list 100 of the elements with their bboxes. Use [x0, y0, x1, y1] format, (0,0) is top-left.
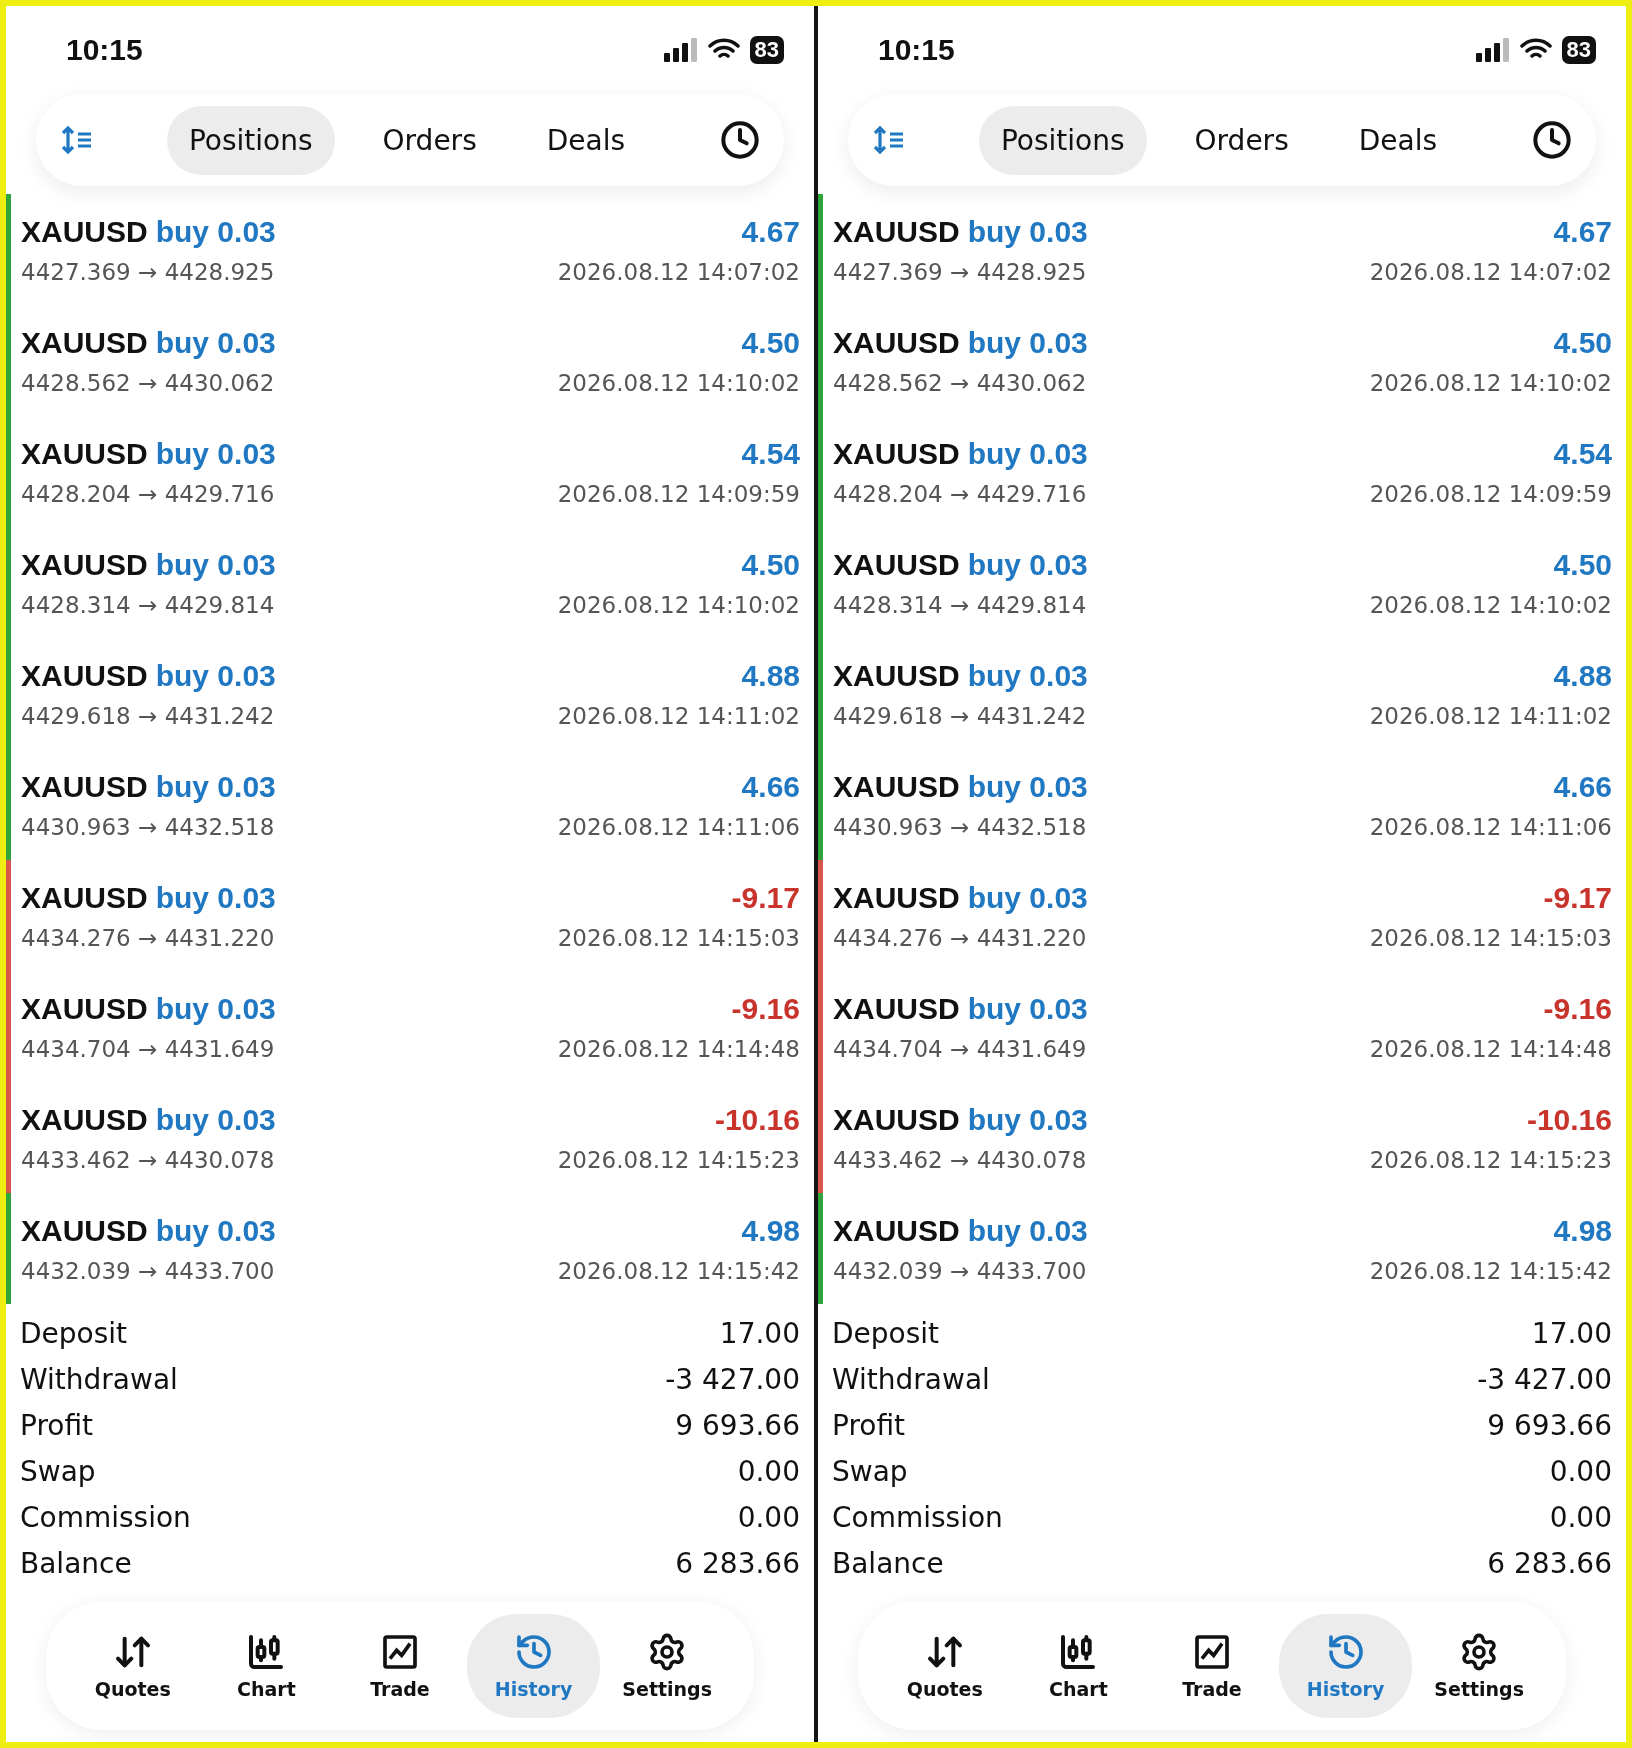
- deal-volume: buy 0.03: [155, 325, 276, 360]
- signal-icon: [1475, 38, 1510, 62]
- nav-tab[interactable]: History: [466, 1614, 601, 1718]
- tab[interactable]: Deals: [524, 105, 648, 175]
- deal-time: 2026.08.12 14:11:06: [1369, 813, 1612, 840]
- sort-icon[interactable]: [60, 125, 94, 155]
- deal-profit: 4.54: [741, 436, 800, 471]
- deal-time: 2026.08.12 14:07:02: [1369, 258, 1612, 285]
- deal-profit: 4.66: [741, 769, 800, 804]
- deal-symbol: XAUUSD: [833, 1213, 960, 1248]
- battery-level: 83: [749, 36, 784, 64]
- tab[interactable]: Positions: [978, 105, 1147, 175]
- deal-volume: buy 0.03: [155, 547, 276, 582]
- deal-row[interactable]: XAUUSD buy 0.03 4.50 4428.562 → 4430.062 2026.08.12 14:10:02: [818, 305, 1626, 416]
- deal-time: 2026.08.12 14:09:59: [1369, 480, 1612, 507]
- tab[interactable]: Orders: [1172, 105, 1311, 175]
- deal-symbol: XAUUSD: [21, 325, 148, 360]
- deal-time: 2026.08.12 14:07:02: [557, 258, 800, 285]
- nav-tab[interactable]: Chart: [199, 1614, 334, 1718]
- deal-row[interactable]: XAUUSD buy 0.03 -10.16 4433.462 → 4430.078 2026.08.12 14:15:23: [818, 1082, 1626, 1193]
- deal-volume: buy 0.03: [967, 325, 1088, 360]
- deal-symbol: XAUUSD: [833, 436, 960, 471]
- deal-profit: 4.66: [1553, 769, 1612, 804]
- summary-label: Profit: [20, 1408, 94, 1442]
- deal-symbol: XAUUSD: [833, 325, 960, 360]
- deal-prices: 4434.704 → 4431.649: [833, 1035, 1087, 1062]
- deal-prices: 4434.704 → 4431.649: [21, 1035, 275, 1062]
- deal-symbol: XAUUSD: [21, 1213, 148, 1248]
- deal-time: 2026.08.12 14:10:02: [1369, 369, 1612, 396]
- tab[interactable]: Deals: [1336, 105, 1460, 175]
- deal-prices: 4428.204 → 4429.716: [21, 480, 275, 507]
- deal-symbol: XAUUSD: [833, 880, 960, 915]
- deal-row[interactable]: XAUUSD buy 0.03 4.98 4432.039 → 4433.700 2026.08.12 14:15:42: [818, 1193, 1626, 1304]
- nav-tab[interactable]: Trade: [1145, 1614, 1279, 1718]
- battery-level: 83: [1561, 36, 1596, 64]
- summary-label: Profit: [832, 1408, 906, 1442]
- nav-tab[interactable]: Quotes: [878, 1614, 1012, 1718]
- deal-prices: 4433.462 → 4430.078: [21, 1146, 275, 1173]
- deal-profit: 4.50: [1553, 325, 1612, 360]
- deal-time: 2026.08.12 14:14:48: [1369, 1035, 1612, 1062]
- signal-icon: [663, 38, 698, 62]
- summary-value: 0.00: [737, 1454, 800, 1488]
- status-time: 10:15: [66, 33, 143, 67]
- deal-time: 2026.08.12 14:15:03: [1369, 924, 1612, 951]
- deal-profit: -9.16: [731, 991, 800, 1026]
- deal-symbol: XAUUSD: [833, 991, 960, 1026]
- deal-row[interactable]: XAUUSD buy 0.03 4.54 4428.204 → 4429.716 2026.08.12 14:09:59: [818, 416, 1626, 527]
- deal-symbol: XAUUSD: [21, 214, 148, 249]
- deal-symbol: XAUUSD: [21, 547, 148, 582]
- summary-label: Deposit: [20, 1316, 128, 1350]
- summary-label: Withdrawal: [832, 1362, 990, 1396]
- deal-row[interactable]: XAUUSD buy 0.03 4.66 4430.963 → 4432.518 2026.08.12 14:11:06: [818, 749, 1626, 860]
- deal-time: 2026.08.12 14:10:02: [1369, 591, 1612, 618]
- deal-volume: buy 0.03: [967, 1102, 1088, 1137]
- deal-symbol: XAUUSD: [21, 991, 148, 1026]
- deal-symbol: XAUUSD: [21, 769, 148, 804]
- sort-icon[interactable]: [872, 125, 906, 155]
- tab[interactable]: Positions: [166, 105, 335, 175]
- deal-volume: buy 0.03: [967, 547, 1088, 582]
- nav-tab[interactable]: Settings: [600, 1614, 734, 1718]
- deal-prices: 4428.204 → 4429.716: [833, 480, 1087, 507]
- deal-row[interactable]: XAUUSD buy 0.03 4.67 4427.369 → 4428.925 2026.08.12 14:07:02: [818, 194, 1626, 305]
- deal-volume: buy 0.03: [155, 880, 276, 915]
- deal-profit: 4.98: [1553, 1213, 1612, 1248]
- summary-value: -3 427.00: [1477, 1362, 1612, 1396]
- clock-icon[interactable]: [720, 120, 760, 160]
- deal-row[interactable]: XAUUSD buy 0.03 -9.17 4434.276 → 4431.220 2026.08.12 14:15:03: [818, 860, 1626, 971]
- deal-row[interactable]: XAUUSD buy 0.03 4.88 4429.618 → 4431.242 2026.08.12 14:11:02: [818, 638, 1626, 749]
- summary-label: Commission: [832, 1500, 1003, 1534]
- deal-time: 2026.08.12 14:11:02: [1369, 702, 1612, 729]
- deal-row[interactable]: XAUUSD buy 0.03 -9.16 4434.704 → 4431.649 2026.08.12 14:14:48: [818, 971, 1626, 1082]
- deal-volume: buy 0.03: [967, 214, 1088, 249]
- nav-tab[interactable]: Quotes: [66, 1614, 200, 1718]
- deal-profit: -9.17: [1543, 880, 1612, 915]
- summary-value: 0.00: [737, 1500, 800, 1534]
- deal-time: 2026.08.12 14:10:02: [557, 591, 800, 618]
- summary-label: Swap: [20, 1454, 96, 1488]
- tab[interactable]: Orders: [360, 105, 499, 175]
- deal-prices: 4432.039 → 4433.700: [833, 1257, 1087, 1284]
- deal-profit: 4.67: [1553, 214, 1612, 249]
- deal-symbol: XAUUSD: [21, 658, 148, 693]
- deal-volume: buy 0.03: [967, 658, 1088, 693]
- summary-label: Swap: [832, 1454, 908, 1488]
- deal-symbol: XAUUSD: [833, 1102, 960, 1137]
- nav-tab[interactable]: Chart: [1011, 1614, 1146, 1718]
- deal-row[interactable]: XAUUSD buy 0.03 4.50 4428.314 → 4429.814 2026.08.12 14:10:02: [818, 527, 1626, 638]
- nav-tab[interactable]: History: [1278, 1614, 1413, 1718]
- deal-profit: -10.16: [1526, 1102, 1612, 1137]
- deal-prices: 4427.369 → 4428.925: [21, 258, 275, 285]
- deal-profit: -10.16: [714, 1102, 800, 1137]
- nav-tab[interactable]: Trade: [333, 1614, 467, 1718]
- summary-value: 17.00: [719, 1316, 800, 1350]
- summary-value: 6 283.66: [1487, 1546, 1612, 1580]
- nav-tab[interactable]: Settings: [1412, 1614, 1546, 1718]
- deal-profit: -9.16: [1543, 991, 1612, 1026]
- deal-time: 2026.08.12 14:11:02: [557, 702, 800, 729]
- clock-icon[interactable]: [1532, 120, 1572, 160]
- deal-profit: 4.88: [1553, 658, 1612, 693]
- deal-profit: -9.17: [731, 880, 800, 915]
- summary-label: Balance: [20, 1546, 132, 1580]
